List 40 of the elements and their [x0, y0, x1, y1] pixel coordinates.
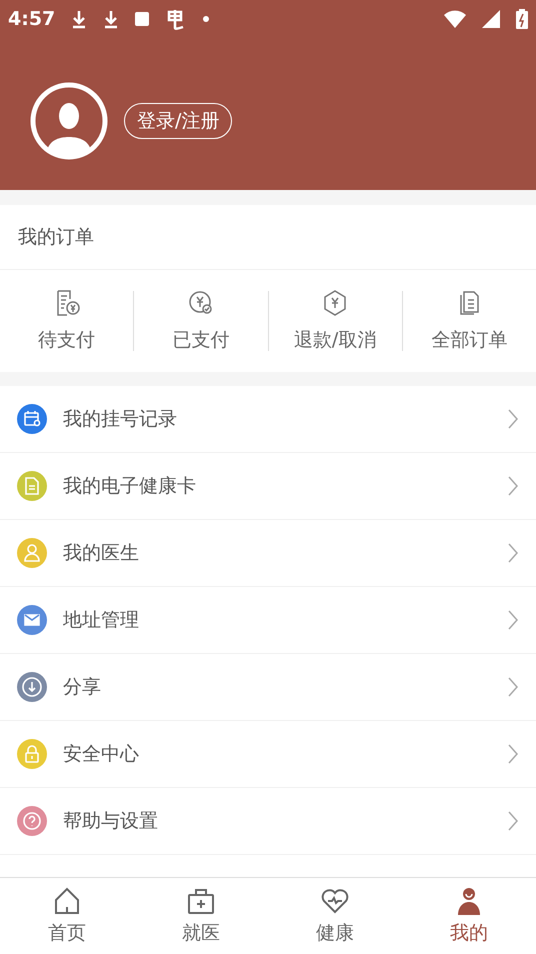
chevron-right-icon — [507, 810, 519, 832]
calendar-icon — [17, 404, 47, 434]
wifi-icon — [444, 10, 466, 28]
dot-icon — [203, 16, 210, 22]
chevron-right-icon — [507, 743, 519, 765]
menu-item[interactable]: 我的医生 — [0, 520, 536, 587]
order-tab[interactable]: 全部订单 — [402, 288, 536, 354]
nav-tab[interactable]: 我的 — [402, 878, 536, 954]
menu-item[interactable]: 安全中心 — [0, 721, 536, 788]
order-tab[interactable]: 已支付 — [134, 288, 268, 354]
lock-icon — [17, 739, 47, 769]
download-icon — [71, 9, 88, 29]
nav-tab[interactable]: 首页 — [0, 878, 134, 954]
question-icon — [17, 806, 47, 836]
signal-icon — [482, 10, 500, 28]
chevron-right-icon — [507, 676, 519, 698]
nav-tab[interactable]: 就医 — [134, 878, 268, 954]
nav-tab[interactable]: 健康 — [268, 878, 402, 954]
order-tab[interactable]: 退款/取消 — [268, 288, 402, 354]
menu-item[interactable]: 我的挂号记录 — [0, 386, 536, 453]
document-icon — [17, 471, 47, 501]
chevron-right-icon — [507, 408, 519, 430]
login-button[interactable]: 登录/注册 — [124, 103, 232, 139]
order-tab[interactable]: 待支付 — [0, 288, 134, 354]
doctor-icon — [17, 538, 47, 568]
section-title: 我的订单 — [0, 205, 536, 270]
avatar-icon — [30, 82, 108, 160]
status-time: 4:57 — [8, 6, 56, 32]
battery-icon — [516, 9, 528, 29]
menu-item[interactable]: 我的电子健康卡 — [0, 453, 536, 520]
menu-item[interactable]: 地址管理 — [0, 587, 536, 654]
download-icon — [17, 672, 47, 702]
menu-item[interactable]: 帮助与设置 — [0, 788, 536, 855]
download-icon — [103, 9, 120, 29]
notification-icon — [135, 11, 150, 27]
menu-item[interactable]: 分享 — [0, 654, 536, 721]
envelope-icon — [17, 605, 47, 635]
chevron-right-icon — [507, 542, 519, 564]
chevron-right-icon — [507, 475, 519, 497]
chevron-right-icon — [507, 609, 519, 631]
